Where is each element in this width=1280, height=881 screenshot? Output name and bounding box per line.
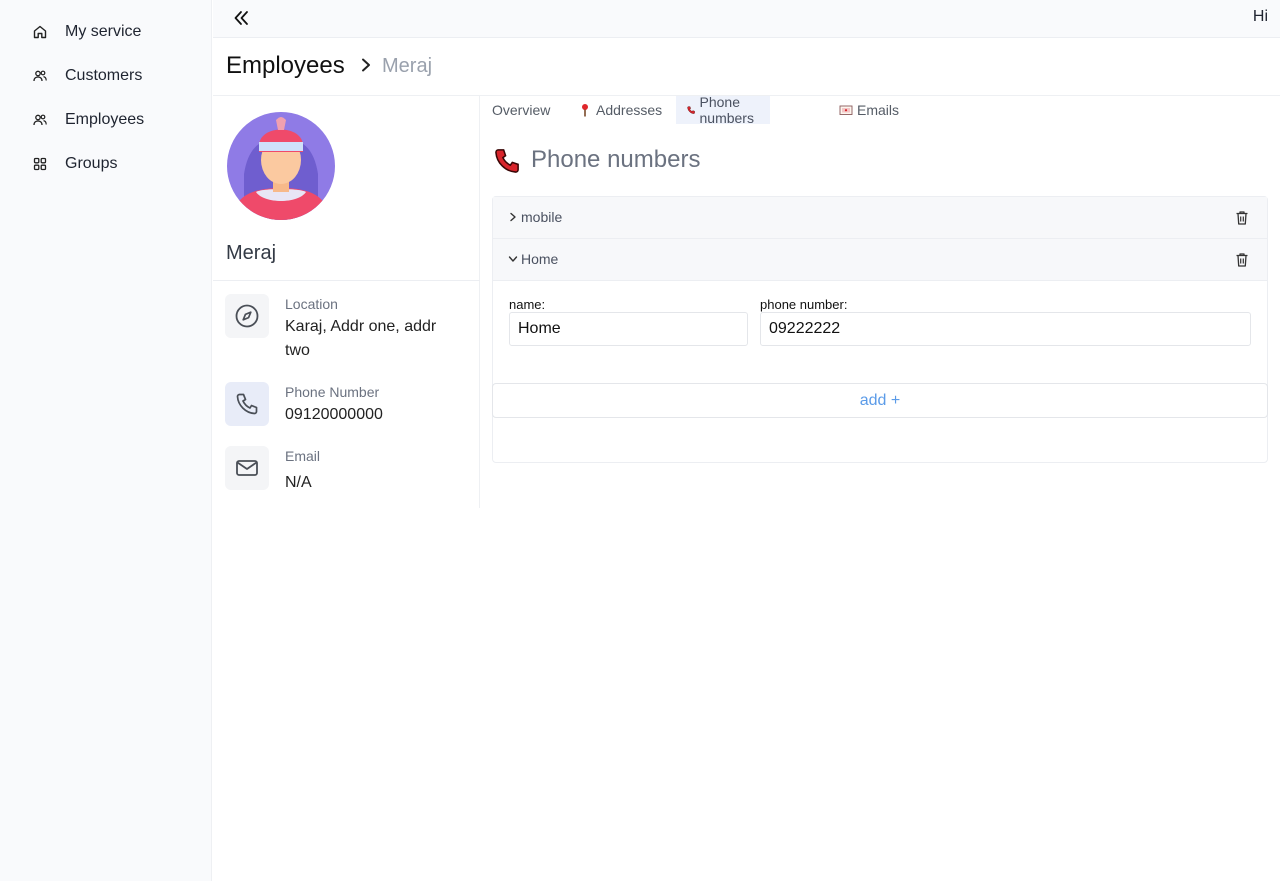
top-bar: Hi bbox=[213, 0, 1280, 38]
tab-label: Phone numbers bbox=[699, 94, 754, 126]
phone-value: 09120000000 bbox=[285, 406, 383, 423]
phone-number-field[interactable] bbox=[760, 312, 1251, 346]
pushpin-icon bbox=[582, 104, 588, 117]
telephone-receiver-icon bbox=[687, 106, 695, 114]
breadcrumb-employees-link[interactable]: Employees bbox=[226, 52, 345, 80]
sidebar-item-label: Groups bbox=[65, 155, 118, 172]
tab-emails[interactable]: Emails bbox=[828, 96, 910, 124]
tab-addresses[interactable]: Addresses bbox=[567, 96, 673, 124]
phone-accordion: mobile Home name: phone number: bbox=[492, 196, 1268, 463]
telephone-receiver-icon bbox=[495, 148, 519, 173]
location-value: Karaj, Addr one, addr two bbox=[285, 318, 437, 359]
profile-card: Meraj Location Karaj, Addr one, addr two… bbox=[213, 96, 480, 508]
email-value: N/A bbox=[285, 474, 312, 491]
email-label: Email bbox=[285, 448, 321, 464]
name-field-label: name: bbox=[509, 297, 546, 312]
sidebar-item-label: Employees bbox=[65, 111, 145, 128]
compass-icon bbox=[235, 304, 259, 328]
double-chevron-left-icon[interactable] bbox=[231, 8, 251, 28]
sidebar-item-my-service[interactable]: My service bbox=[32, 20, 141, 44]
phone-icon-box bbox=[225, 382, 269, 426]
users-icon bbox=[33, 114, 47, 126]
sidebar-item-label: My service bbox=[65, 23, 142, 40]
sidebar: My service Customers Employees Groups bbox=[0, 0, 212, 881]
main-content: Overview Addresses Phone numbers Emails … bbox=[480, 94, 1280, 881]
phone-label: Phone Number bbox=[285, 384, 380, 400]
chevron-down-icon bbox=[508, 256, 518, 262]
tab-phone-numbers[interactable]: Phone numbers bbox=[676, 94, 771, 126]
location-icon-box bbox=[225, 294, 269, 338]
home-icon bbox=[33, 25, 47, 39]
grid-icon bbox=[33, 157, 47, 171]
phone-number-field-label: phone number: bbox=[760, 297, 848, 312]
sidebar-item-label: Customers bbox=[65, 67, 143, 84]
accordion-item-home[interactable]: Home bbox=[493, 239, 1267, 281]
trash-icon[interactable] bbox=[1233, 251, 1251, 269]
sidebar-item-employees[interactable]: Employees bbox=[32, 108, 144, 132]
breadcrumb: Employees Meraj bbox=[213, 38, 1280, 96]
email-icon-box bbox=[225, 446, 269, 490]
section-title-text: Phone numbers bbox=[531, 146, 701, 173]
accordion-label: mobile bbox=[521, 209, 563, 225]
mail-icon bbox=[236, 460, 258, 476]
envelope-icon bbox=[839, 105, 853, 115]
sidebar-item-customers[interactable]: Customers bbox=[32, 64, 142, 88]
tab-label: Overview bbox=[492, 102, 551, 118]
phone-icon bbox=[236, 393, 258, 415]
accordion-label: Home bbox=[521, 251, 559, 267]
name-field[interactable] bbox=[509, 312, 748, 346]
accordion-item-mobile[interactable]: mobile bbox=[493, 197, 1267, 239]
avatar bbox=[227, 112, 335, 220]
profile-name: Meraj bbox=[226, 242, 277, 264]
users-icon bbox=[33, 70, 47, 82]
divider bbox=[213, 280, 480, 281]
tab-label: Emails bbox=[857, 102, 900, 118]
chevron-right-icon bbox=[362, 58, 370, 72]
section-title: Phone numbers bbox=[494, 146, 700, 174]
tab-overview[interactable]: Overview bbox=[481, 96, 561, 124]
sidebar-item-groups[interactable]: Groups bbox=[32, 152, 117, 176]
breadcrumb-current: Meraj bbox=[382, 55, 433, 77]
greeting: Hi bbox=[1252, 8, 1268, 25]
add-phone-button[interactable]: add + bbox=[492, 383, 1268, 418]
chevron-right-icon bbox=[510, 212, 516, 222]
trash-icon[interactable] bbox=[1233, 209, 1251, 227]
tab-label: Addresses bbox=[596, 102, 663, 118]
location-label: Location bbox=[285, 296, 338, 312]
